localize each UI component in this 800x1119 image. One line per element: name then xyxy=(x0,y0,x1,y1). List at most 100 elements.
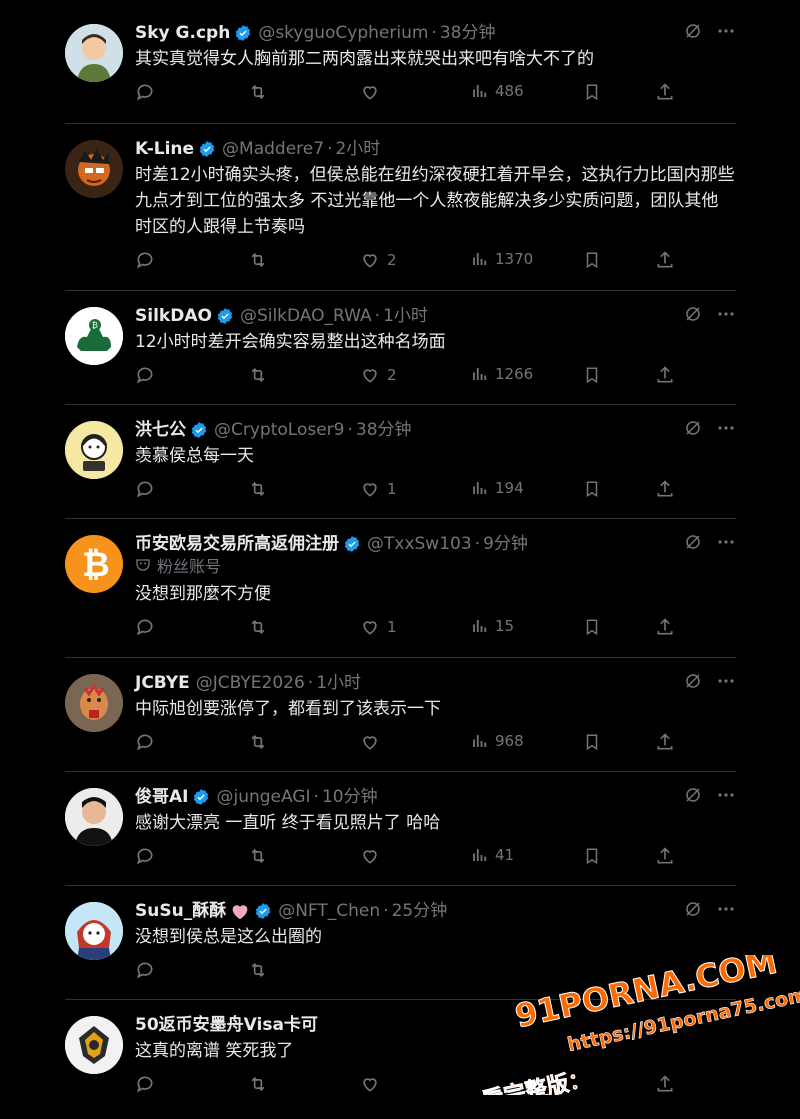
reply-button[interactable] xyxy=(135,617,155,637)
views-button[interactable]: 968 xyxy=(471,732,524,750)
more-options-icon[interactable] xyxy=(716,533,736,555)
timestamp[interactable]: 10分钟 xyxy=(322,786,378,808)
retweet-button[interactable] xyxy=(247,960,269,980)
avatar[interactable]: ₿ xyxy=(65,535,123,593)
author-name[interactable]: K-Line xyxy=(135,138,194,160)
reply-button[interactable] xyxy=(135,82,155,102)
share-button[interactable] xyxy=(655,1074,675,1094)
avatar[interactable] xyxy=(65,788,123,846)
bookmark-button[interactable] xyxy=(583,82,601,102)
author-handle[interactable]: @CryptoLoser9 xyxy=(214,419,344,441)
more-options-icon[interactable] xyxy=(716,22,736,44)
reply-button[interactable] xyxy=(135,960,155,980)
bookmark-button[interactable] xyxy=(583,617,601,637)
retweet-button[interactable] xyxy=(247,846,269,866)
avatar[interactable] xyxy=(65,421,123,479)
grok-icon[interactable] xyxy=(684,305,702,327)
retweet-button[interactable] xyxy=(247,82,269,102)
grok-icon[interactable] xyxy=(684,533,702,555)
author-handle[interactable]: @NFT_Chen xyxy=(278,900,380,922)
author-handle[interactable]: @Maddere7 xyxy=(222,138,324,160)
avatar[interactable] xyxy=(65,902,123,960)
bookmark-button[interactable] xyxy=(583,846,601,866)
more-options-icon[interactable] xyxy=(716,900,736,922)
tweet[interactable]: SuSu_酥酥 @NFT_Chen · 25分钟 没想到侯总是这么出圈的 xyxy=(65,886,736,1000)
share-button[interactable] xyxy=(655,846,675,866)
views-button[interactable]: 194 xyxy=(471,479,524,497)
more-options-icon[interactable] xyxy=(716,419,736,441)
like-button[interactable]: 2 xyxy=(359,365,397,385)
retweet-button[interactable] xyxy=(247,250,269,270)
retweet-button[interactable] xyxy=(247,365,269,385)
tweet[interactable]: 俊哥AI @jungeAGI · 10分钟 感谢大漂亮 一直听 终于看见照片了 … xyxy=(65,772,736,886)
grok-icon[interactable] xyxy=(684,672,702,694)
share-button[interactable] xyxy=(655,250,675,270)
more-options-icon[interactable] xyxy=(716,786,736,808)
like-button[interactable] xyxy=(359,732,387,752)
tweet[interactable]: K-Line @Maddere7 · 2小时 时差12小时确实头疼，但侯总能在纽… xyxy=(65,124,736,291)
timestamp[interactable]: 2小时 xyxy=(335,138,380,160)
author-name[interactable]: 俊哥AI xyxy=(135,786,188,808)
grok-icon[interactable] xyxy=(684,419,702,441)
grok-icon[interactable] xyxy=(684,900,702,922)
author-name[interactable]: SilkDAO xyxy=(135,305,212,327)
bookmark-button[interactable] xyxy=(583,732,601,752)
grok-icon[interactable] xyxy=(684,22,702,44)
author-name[interactable]: Sky G.cph xyxy=(135,22,230,44)
reply-button[interactable] xyxy=(135,479,155,499)
tweet[interactable]: 洪七公 @CryptoLoser9 · 38分钟 羡慕侯总每一天 1 194 xyxy=(65,405,736,519)
more-options-icon[interactable] xyxy=(716,672,736,694)
avatar[interactable] xyxy=(65,1016,123,1074)
more-options-icon[interactable] xyxy=(716,305,736,327)
timestamp[interactable]: 25分钟 xyxy=(392,900,448,922)
reply-button[interactable] xyxy=(135,1074,155,1094)
author-handle[interactable]: @jungeAGI xyxy=(216,786,310,808)
author-name[interactable]: 50返币安墨舟Visa卡可 xyxy=(135,1014,318,1036)
bookmark-button[interactable] xyxy=(583,479,601,499)
share-button[interactable] xyxy=(655,479,675,499)
reply-button[interactable] xyxy=(135,365,155,385)
avatar[interactable]: ₿ xyxy=(65,307,123,365)
bookmark-button[interactable] xyxy=(583,365,601,385)
tweet[interactable]: 50返币安墨舟Visa卡可 这真的离谱 笑死我了 xyxy=(65,1000,736,1118)
timestamp[interactable]: 38分钟 xyxy=(356,419,412,441)
timestamp[interactable]: 38分钟 xyxy=(440,22,496,44)
like-button[interactable] xyxy=(359,846,387,866)
author-handle[interactable]: @TxxSw103 xyxy=(367,533,472,555)
retweet-button[interactable] xyxy=(247,617,269,637)
like-button[interactable]: 1 xyxy=(359,617,397,637)
author-name[interactable]: JCBYE xyxy=(135,672,190,694)
author-handle[interactable]: @JCBYE2026 xyxy=(196,672,305,694)
bookmark-button[interactable] xyxy=(583,250,601,270)
views-button[interactable]: 1266 xyxy=(471,365,533,383)
views-button[interactable]: 486 xyxy=(471,82,524,100)
reply-button[interactable] xyxy=(135,732,155,752)
timestamp[interactable]: 1小时 xyxy=(383,305,428,327)
tweet[interactable]: ₿ SilkDAO @SilkDAO_RWA · 1小时 12小时时差开会确实容… xyxy=(65,291,736,405)
views-button[interactable]: 1370 xyxy=(471,250,533,268)
share-button[interactable] xyxy=(655,732,675,752)
tweet[interactable]: ₿ 币安欧易交易所高返佣注册 @TxxSw103 · 9分钟 粉丝账号 没想到那… xyxy=(65,519,736,658)
author-name[interactable]: 洪七公 xyxy=(135,419,186,441)
like-button[interactable]: 2 xyxy=(359,250,397,270)
views-button[interactable]: 41 xyxy=(471,846,514,864)
like-button[interactable] xyxy=(359,82,387,102)
tweet[interactable]: JCBYE @JCBYE2026 · 1小时 中际旭创要涨停了，都看到了该表示一… xyxy=(65,658,736,772)
author-name[interactable]: 币安欧易交易所高返佣注册 xyxy=(135,533,339,555)
author-name[interactable]: SuSu_酥酥 xyxy=(135,900,226,922)
timestamp[interactable]: 9分钟 xyxy=(483,533,528,555)
grok-icon[interactable] xyxy=(684,786,702,808)
share-button[interactable] xyxy=(655,82,675,102)
views-button[interactable]: 15 xyxy=(471,617,514,635)
retweet-button[interactable] xyxy=(247,1074,269,1094)
retweet-button[interactable] xyxy=(247,732,269,752)
like-button[interactable]: 1 xyxy=(359,479,397,499)
reply-button[interactable] xyxy=(135,846,155,866)
share-button[interactable] xyxy=(655,617,675,637)
timestamp[interactable]: 1小时 xyxy=(316,672,361,694)
tweet[interactable]: Sky G.cph @skyguoCypherium · 38分钟 其实真觉得女… xyxy=(65,8,736,124)
author-handle[interactable]: @SilkDAO_RWA xyxy=(240,305,372,327)
share-button[interactable] xyxy=(655,365,675,385)
reply-button[interactable] xyxy=(135,250,155,270)
avatar[interactable] xyxy=(65,674,123,732)
